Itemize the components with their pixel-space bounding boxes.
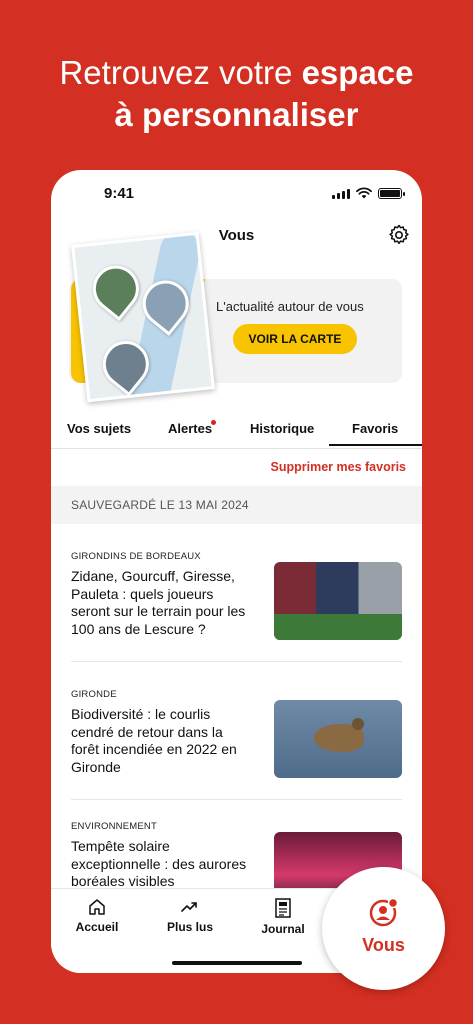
article-title: Zidane, Gourcuff, Giresse, Pauleta : que…: [71, 568, 246, 637]
divider: [71, 661, 402, 662]
nav-journal[interactable]: Journal: [248, 897, 318, 936]
article-category: GIRONDE: [71, 689, 117, 700]
tab-historique[interactable]: Historique: [250, 421, 314, 436]
article-category: ENVIRONNEMENT: [71, 821, 157, 832]
nav-accueil[interactable]: Accueil: [62, 897, 132, 934]
user-icon: [369, 897, 399, 927]
nav-label: Accueil: [75, 920, 119, 934]
active-tab-indicator: [329, 444, 422, 446]
article-category: GIRONDINS DE BORDEAUX: [71, 551, 201, 562]
home-icon: [89, 899, 105, 915]
status-icons: [332, 187, 405, 199]
trending-icon: [181, 902, 197, 912]
phone-screen: 9:41 Vous L'actualité autour de vous VOI…: [51, 170, 422, 973]
article-thumbnail: [274, 562, 402, 640]
battery-icon: [378, 188, 405, 199]
status-bar: 9:41: [51, 170, 422, 216]
nav-label: Vous: [362, 935, 405, 955]
newspaper-icon: [275, 898, 291, 918]
map-illustration: [71, 231, 215, 403]
alert-badge: [211, 420, 216, 425]
cellular-signal-icon: [332, 189, 350, 199]
local-news-text: L'actualité autour de vous: [216, 299, 364, 314]
promo-line-1: Retrouvez votre espace: [59, 54, 414, 91]
nav-label: Plus lus: [166, 920, 213, 934]
nav-label: Journal: [261, 922, 305, 936]
map-pin-icon: [83, 256, 149, 322]
nav-plus-lus[interactable]: Plus lus: [155, 897, 225, 934]
divider: [71, 799, 402, 800]
saved-date-heading: SAUVEGARDÉ LE 13 MAI 2024: [71, 498, 249, 512]
see-map-button[interactable]: VOIR LA CARTE: [233, 324, 357, 354]
tab-vos-sujets[interactable]: Vos sujets: [67, 421, 131, 436]
promo-line-2: à personnaliser: [114, 96, 359, 133]
article-thumbnail: [274, 700, 402, 778]
gear-icon[interactable]: [387, 223, 411, 247]
home-indicator: [172, 961, 302, 965]
tab-favoris[interactable]: Favoris: [352, 421, 398, 436]
wifi-icon: [356, 187, 372, 199]
article-title: Tempête solaire exceptionnelle : des aur…: [71, 838, 247, 889]
saved-date-section: SAUVEGARDÉ LE 13 MAI 2024: [51, 486, 422, 524]
article-title: Biodiversité : le courlis cendré de reto…: [71, 706, 237, 775]
article-item[interactable]: GIRONDINS DE BORDEAUX Zidane, Gourcuff, …: [71, 551, 402, 640]
article-item[interactable]: GIRONDE Biodiversité : le courlis cendré…: [71, 689, 402, 778]
nav-vous[interactable]: Vous: [322, 867, 445, 990]
status-time: 9:41: [104, 185, 135, 202]
promo-headline: Retrouvez votre espace à personnaliser: [0, 52, 473, 136]
tab-alertes[interactable]: Alertes: [168, 421, 212, 436]
clear-favorites-link[interactable]: Supprimer mes favoris: [271, 460, 406, 474]
